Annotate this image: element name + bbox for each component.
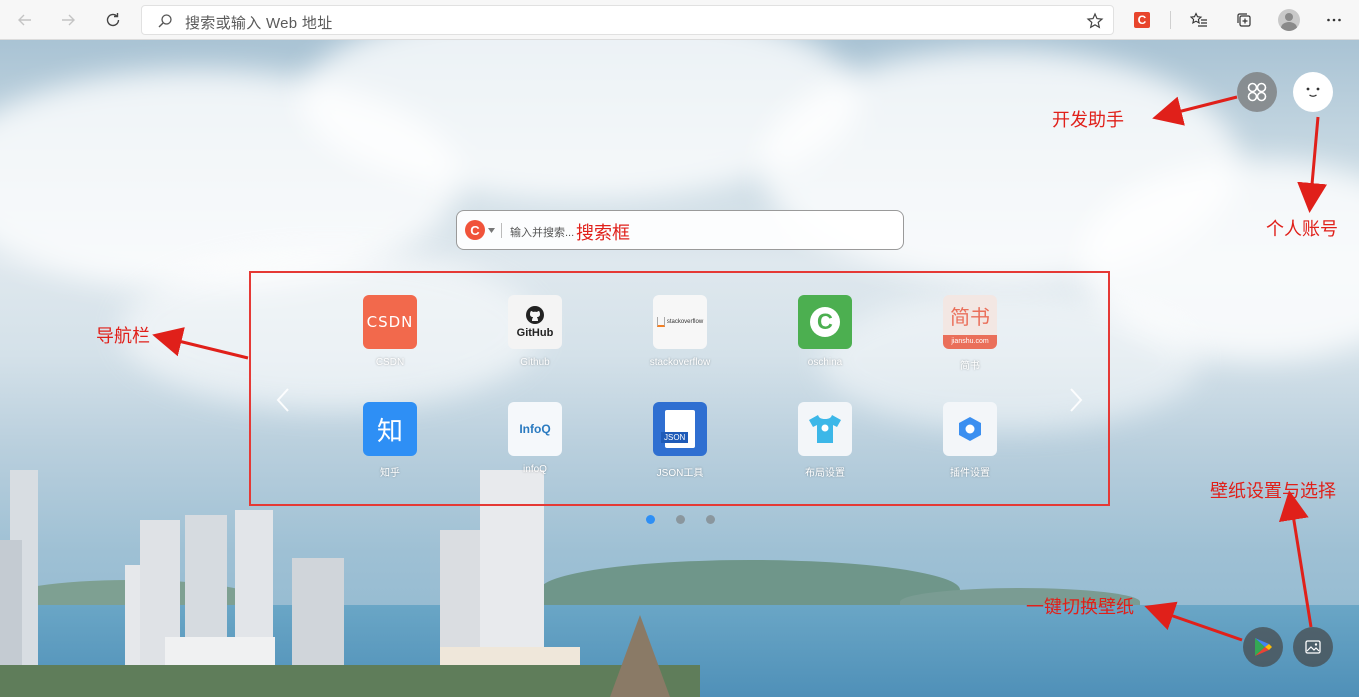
nav-item-label: oschina — [807, 357, 843, 368]
profile-icon — [1278, 9, 1300, 31]
search-icon — [158, 14, 172, 28]
zhihu-icon: 知 — [363, 402, 417, 456]
nav-item-label: Github — [520, 357, 550, 368]
toolbar-separator — [1170, 11, 1171, 29]
nav-item-oschina[interactable]: C oschina — [780, 295, 870, 375]
nav-item-label: 知乎 — [380, 468, 400, 479]
nav-item-label: 插件设置 — [950, 468, 990, 479]
more-icon — [1327, 18, 1341, 22]
page-dot-2[interactable] — [676, 515, 685, 524]
nav-item-stackoverflow[interactable]: stackoverflow stackoverflow — [635, 295, 725, 375]
hexagon-icon — [943, 402, 997, 456]
search-engine-logo[interactable]: C — [465, 220, 485, 240]
grid-apps-icon — [1247, 82, 1267, 102]
annotation-wallpaper-settings: 壁纸设置与选择 — [1210, 481, 1336, 502]
browser-toolbar: 搜索或输入 Web 地址 C — [0, 0, 1359, 40]
engine-dropdown-icon[interactable] — [488, 228, 495, 233]
nav-item-plugin-settings[interactable]: 插件设置 — [925, 402, 1015, 482]
address-placeholder: 搜索或输入 Web 地址 — [185, 15, 333, 32]
nav-item-label: CSDN — [375, 357, 405, 368]
collections-icon — [1237, 13, 1251, 27]
annotation-dev-helper: 开发助手 — [1052, 110, 1124, 131]
image-icon — [1305, 640, 1321, 654]
annotation-switch-wallpaper: 一键切换壁纸 — [1026, 597, 1134, 618]
address-bar[interactable]: 搜索或输入 Web 地址 — [141, 5, 1114, 35]
switch-wallpaper-button[interactable] — [1243, 627, 1283, 667]
nav-item-zhihu[interactable]: 知 知乎 — [345, 402, 435, 482]
nav-next-button[interactable] — [1068, 386, 1084, 422]
nav-item-infoq[interactable]: InfoQ infoQ — [490, 402, 580, 482]
nav-item-label: infoQ — [523, 464, 547, 475]
back-button[interactable] — [11, 6, 39, 34]
json-file-icon: JSON — [653, 402, 707, 456]
nav-item-jianshu[interactable]: 简书 jianshu.com 简书 — [925, 295, 1015, 375]
forward-icon — [62, 14, 75, 26]
nav-item-label: 布局设置 — [805, 468, 845, 479]
csdn-extension-button[interactable]: C — [1128, 6, 1156, 34]
forward-button[interactable] — [54, 6, 82, 34]
profile-button[interactable] — [1275, 6, 1303, 34]
nav-item-label: stackoverflow — [649, 357, 711, 368]
favorites-button[interactable] — [1185, 6, 1213, 34]
favorite-star-icon[interactable] — [1086, 12, 1104, 30]
jianshu-icon: 简书 jianshu.com — [943, 295, 997, 349]
account-button[interactable] — [1293, 72, 1333, 112]
nav-item-csdn[interactable]: CSDN CSDN — [345, 295, 435, 375]
annotation-navbar: 导航栏 — [96, 326, 150, 347]
more-button[interactable] — [1320, 6, 1348, 34]
refresh-icon — [106, 13, 120, 27]
chevron-right-icon — [1070, 388, 1083, 412]
nav-item-layout-settings[interactable]: 布局设置 — [780, 402, 870, 482]
nav-item-json-tool[interactable]: JSON JSON工具 — [635, 402, 725, 482]
dev-helper-button[interactable] — [1237, 72, 1277, 112]
collections-button[interactable] — [1230, 6, 1258, 34]
play-store-icon — [1255, 638, 1272, 656]
tshirt-icon — [798, 402, 852, 456]
github-icon: GitHub — [508, 295, 562, 349]
favorites-list-icon — [1190, 12, 1207, 27]
oschina-icon: C — [798, 295, 852, 349]
nav-prev-button[interactable] — [275, 386, 291, 422]
smiley-avatar-icon — [1306, 87, 1320, 97]
nav-item-github[interactable]: GitHub Github — [490, 295, 580, 375]
csdn-extension-icon: C — [1134, 12, 1150, 28]
search-box[interactable]: C 输入并搜索... — [456, 210, 904, 250]
csdn-icon: CSDN — [363, 295, 417, 349]
infoq-icon: InfoQ — [508, 402, 562, 456]
nav-item-label: 简书 — [960, 361, 980, 372]
stackoverflow-icon: stackoverflow — [653, 295, 707, 349]
back-icon — [18, 14, 31, 26]
wallpaper-settings-button[interactable] — [1293, 627, 1333, 667]
page-dot-1[interactable] — [646, 515, 655, 524]
chevron-left-icon — [276, 388, 289, 412]
annotation-search-box: 搜索框 — [576, 223, 630, 244]
page-dot-3[interactable] — [706, 515, 715, 524]
search-input[interactable]: 输入并搜索... — [510, 224, 574, 240]
refresh-button[interactable] — [99, 6, 127, 34]
annotation-account: 个人账号 — [1266, 219, 1338, 240]
nav-item-label: JSON工具 — [656, 468, 704, 479]
